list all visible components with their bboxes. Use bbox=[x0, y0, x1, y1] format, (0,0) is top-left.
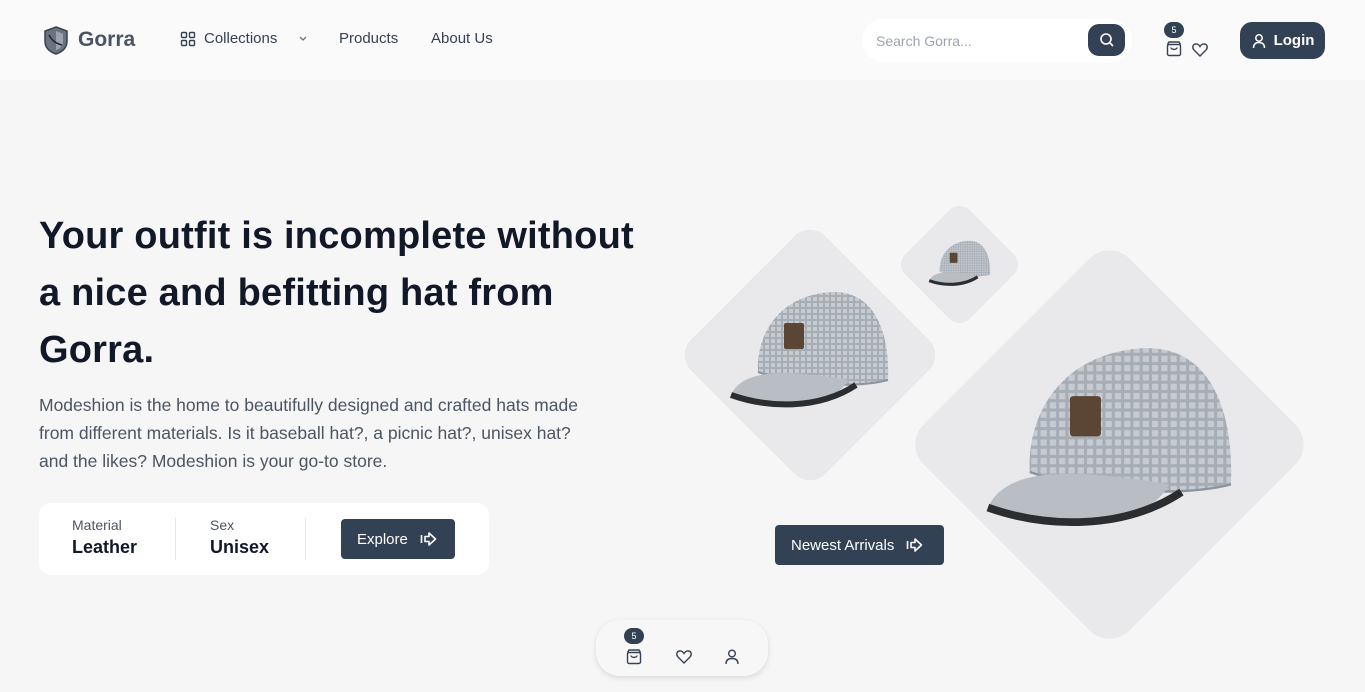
logo-icon bbox=[44, 26, 68, 55]
shopping-bag-icon[interactable] bbox=[625, 648, 643, 666]
sex-value: Unisex bbox=[210, 537, 270, 557]
nav-collections-label: Collections bbox=[204, 30, 278, 47]
material-label: Material bbox=[72, 517, 122, 533]
login-button[interactable]: Login bbox=[1240, 22, 1325, 59]
sex-info: Sex Unisex bbox=[210, 517, 269, 558]
material-info: Material Leather bbox=[72, 517, 137, 558]
nav-products-label: Products bbox=[339, 30, 399, 47]
heart-icon[interactable] bbox=[1191, 41, 1209, 59]
product-info-card: Material Leather Sex Unisex Explore bbox=[39, 503, 489, 575]
chevron-down-icon bbox=[299, 36, 307, 41]
baseball-cap-featured-image bbox=[986, 348, 1232, 526]
newest-arrivals-button[interactable]: Newest Arrivals bbox=[775, 525, 944, 565]
login-label: Login bbox=[1273, 32, 1315, 49]
search-button[interactable] bbox=[1088, 24, 1125, 56]
divider bbox=[305, 518, 306, 560]
nav-collections[interactable]: Collections bbox=[180, 30, 309, 47]
logo[interactable]: Gorra bbox=[42, 25, 135, 55]
cart-count-badge: 5 bbox=[1164, 22, 1184, 38]
explore-button[interactable]: Explore bbox=[341, 519, 455, 559]
main-nav: Collections Products About Us bbox=[180, 30, 493, 47]
cart-count-badge: 5 bbox=[624, 628, 644, 644]
search-input[interactable] bbox=[862, 32, 1077, 49]
hero-description: Modeshion is the home to beautifully des… bbox=[39, 395, 578, 471]
heart-icon[interactable] bbox=[675, 648, 693, 666]
bottom-action-bar: 5 bbox=[596, 620, 768, 676]
search-box bbox=[862, 19, 1132, 62]
baseball-cap-thumbnail bbox=[928, 240, 991, 286]
user-icon[interactable] bbox=[723, 648, 741, 666]
brand-name: Gorra bbox=[78, 28, 136, 51]
divider bbox=[175, 518, 176, 560]
search-icon bbox=[1099, 33, 1114, 47]
explore-label: Explore bbox=[357, 530, 408, 548]
material-value: Leather bbox=[72, 537, 138, 557]
grid-icon bbox=[180, 31, 196, 46]
newest-arrivals-label: Newest Arrivals bbox=[791, 536, 895, 554]
arrow-right-icon bbox=[420, 532, 437, 546]
nav-products[interactable]: Products bbox=[339, 30, 398, 47]
header: Gorra Collections Products About Us Sear… bbox=[0, 0, 1365, 80]
hero-title: Your outfit is incomplete without a nice… bbox=[39, 215, 634, 371]
nav-about-label: About Us bbox=[431, 30, 493, 47]
nav-about[interactable]: About Us bbox=[431, 30, 493, 47]
arrow-right-icon bbox=[907, 538, 923, 552]
shopping-bag-icon[interactable] bbox=[1165, 40, 1183, 58]
baseball-cap-image bbox=[730, 291, 889, 408]
sex-label: Sex bbox=[210, 517, 235, 533]
user-icon bbox=[1252, 33, 1265, 48]
